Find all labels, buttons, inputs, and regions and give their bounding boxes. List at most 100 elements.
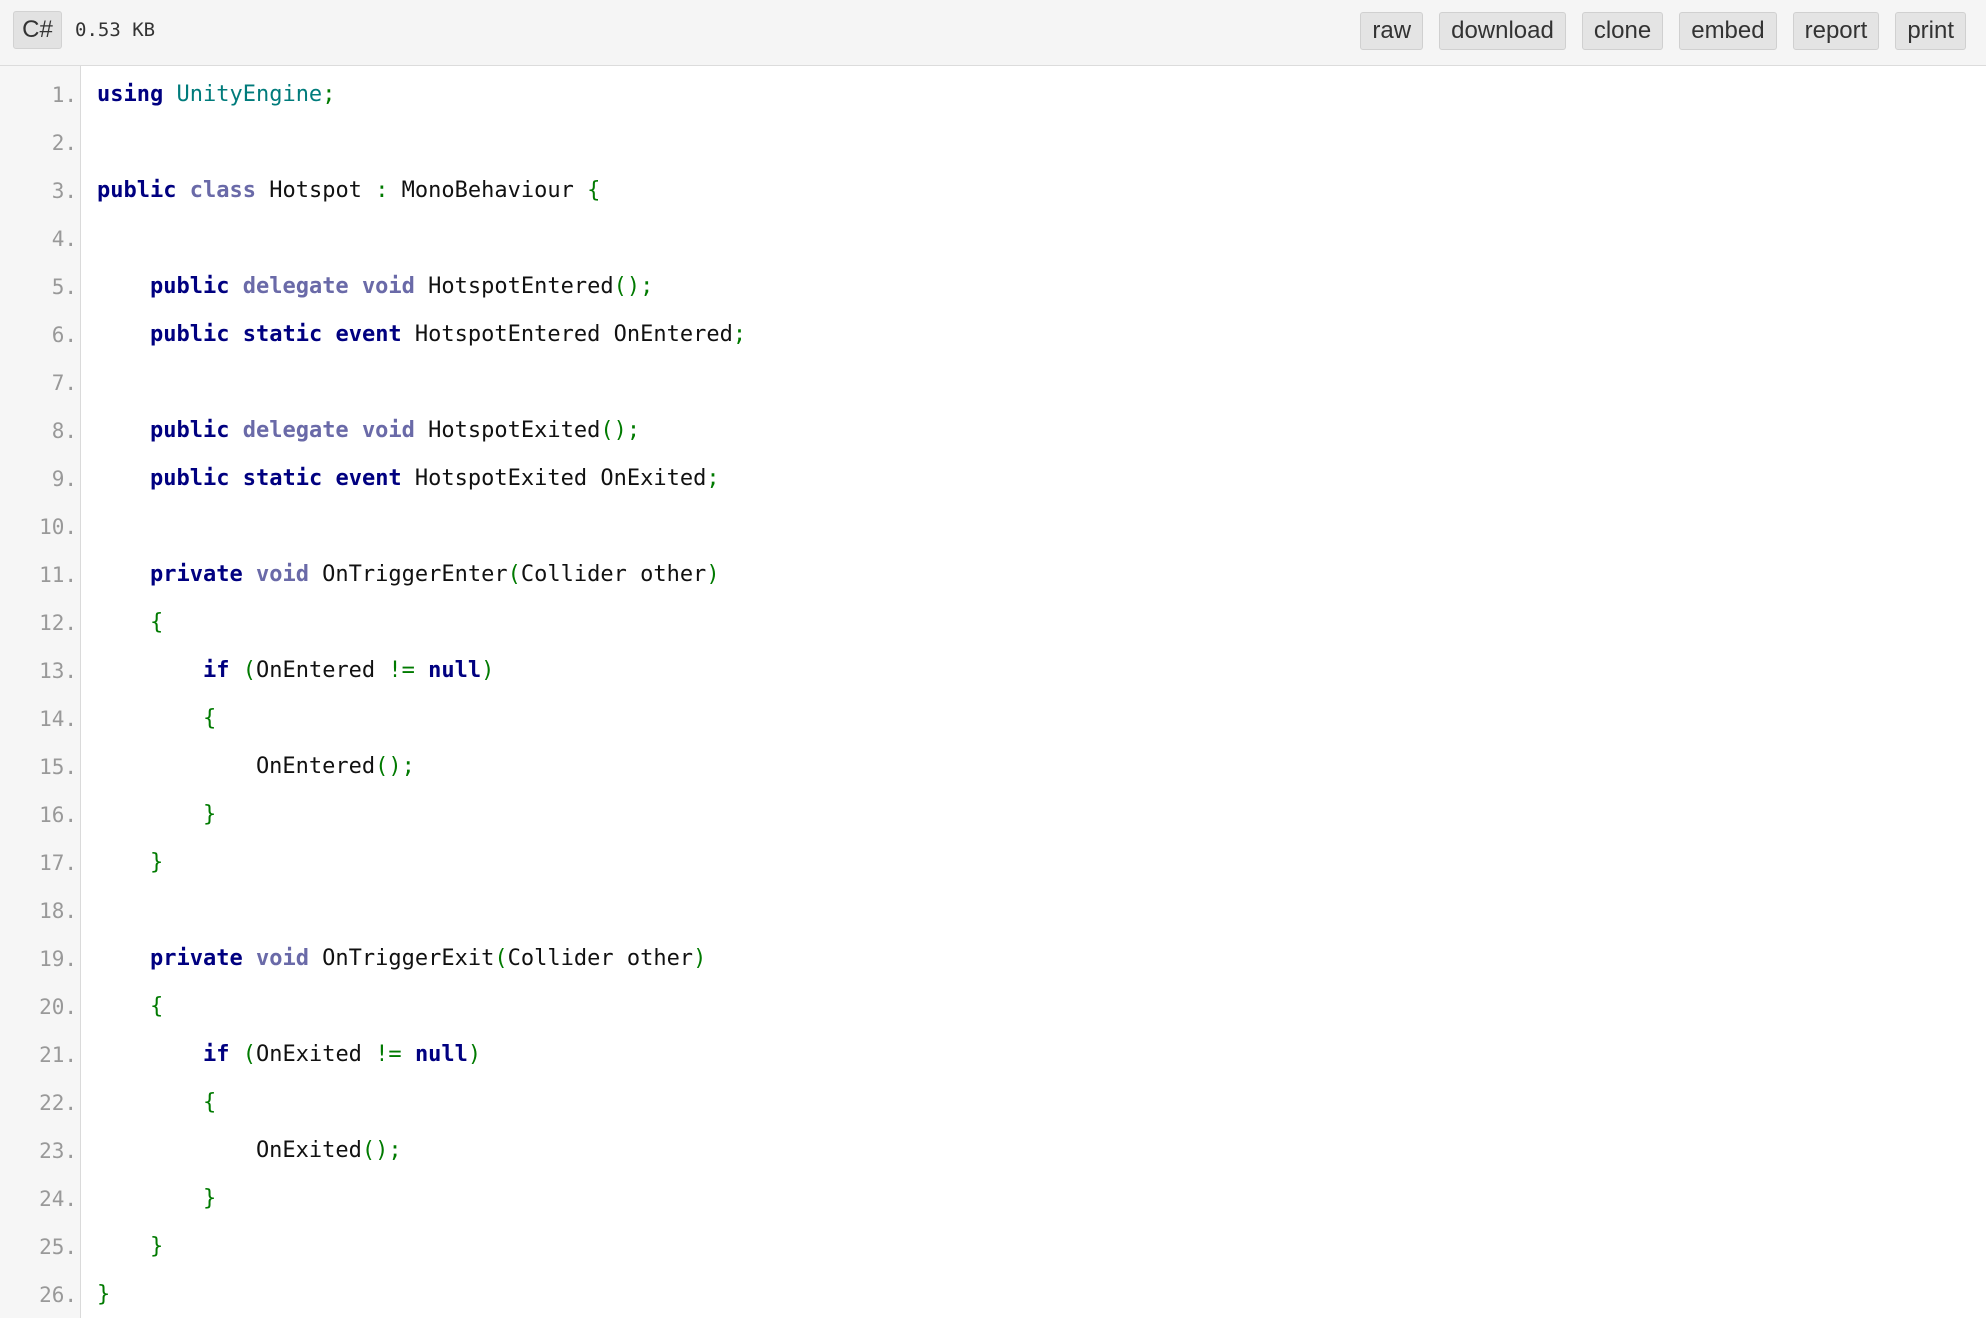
code-token: ;: [732, 322, 747, 347]
code-token: ;: [322, 82, 336, 107]
code-token: null: [414, 1042, 468, 1067]
line-number: 19.: [39, 947, 77, 971]
code-token: public: [149, 418, 230, 443]
code-token: }: [97, 1282, 111, 1307]
code-token: :: [375, 178, 389, 203]
code-token: delegate: [242, 418, 349, 443]
code-viewer: 1. using UnityEngine; 2. 3. public class Hot…: [0, 66, 1986, 1318]
line-number: 15.: [39, 755, 77, 779]
code-token: }: [149, 850, 164, 875]
language-badge[interactable]: C#: [13, 11, 62, 49]
code-token: ;: [706, 466, 720, 491]
code-token: ();: [375, 754, 415, 779]
code-line: 19. private void OnTriggerExit(Collider …: [0, 935, 1986, 983]
code-token: Collider other: [507, 946, 694, 971]
code-lines: 1. using UnityEngine; 2. 3. public class Hot…: [0, 71, 1986, 1319]
download-button[interactable]: download: [1439, 12, 1566, 50]
line-number: 26.: [39, 1283, 77, 1307]
code-text: }: [97, 1271, 110, 1319]
code-token: public: [97, 178, 177, 203]
line-number: 20.: [39, 995, 77, 1019]
line-number: 13.: [39, 659, 77, 683]
line-number: 23.: [39, 1139, 77, 1163]
clone-button[interactable]: clone: [1581, 12, 1664, 50]
code-token: (: [507, 562, 521, 587]
code-token: private: [149, 562, 243, 587]
line-number: 22.: [39, 1091, 77, 1115]
code-text: }: [97, 791, 216, 839]
code-line: 23. OnExited();: [0, 1127, 1986, 1175]
code-line: 21. if (OnExited != null): [0, 1031, 1986, 1079]
code-token: OnEntered: [255, 658, 389, 683]
code-token: using: [97, 82, 164, 107]
report-button[interactable]: report: [1792, 12, 1880, 50]
embed-button[interactable]: embed: [1679, 12, 1777, 50]
code-text: if (OnExited != null): [97, 1031, 481, 1079]
code-token: delegate: [242, 274, 349, 299]
code-line: 22. {: [0, 1079, 1986, 1127]
action-buttons: raw download clone embed report print: [1360, 12, 1966, 50]
raw-button[interactable]: raw: [1360, 12, 1424, 50]
line-number: 24.: [39, 1187, 77, 1211]
code-token: null: [428, 658, 482, 683]
code-line: 17. }: [0, 839, 1986, 887]
code-line: 3. public class Hotspot : MonoBehaviour {: [0, 167, 1986, 215]
code-text: if (OnEntered != null): [97, 647, 494, 695]
code-line: 5. public delegate void HotspotEntered()…: [0, 263, 1986, 311]
code-line: 14. {: [0, 695, 1986, 743]
code-token: OnTriggerEnter: [308, 562, 508, 587]
line-number: 4.: [51, 227, 77, 251]
code-token: }: [149, 1234, 164, 1259]
code-text: OnExited();: [97, 1127, 402, 1175]
paste-toolbar: C# 0.53 KB raw download clone embed repo…: [0, 0, 1986, 66]
code-text: public delegate void HotspotEntered();: [97, 263, 653, 311]
line-number: 11.: [39, 563, 77, 587]
code-token: ): [706, 562, 720, 587]
line-number: 5.: [51, 275, 77, 299]
code-token: ): [481, 658, 495, 683]
code-line: 18.: [0, 887, 1986, 935]
code-token: Collider other: [520, 562, 707, 587]
line-number: 1.: [51, 83, 77, 107]
print-button[interactable]: print: [1895, 12, 1966, 50]
code-line: 12. {: [0, 599, 1986, 647]
code-token: {: [149, 610, 164, 635]
code-text: }: [97, 839, 163, 887]
code-token: private: [149, 946, 243, 971]
code-token: public: [149, 466, 230, 491]
code-text: public static event HotspotExited OnExit…: [97, 455, 720, 503]
code-line: 8. public delegate void HotspotExited();: [0, 407, 1986, 455]
code-token: void: [255, 562, 309, 587]
line-number: 7.: [51, 371, 77, 395]
code-token: {: [202, 1090, 217, 1115]
code-token: static: [242, 322, 323, 347]
code-token: !=: [375, 1042, 402, 1067]
code-text: public static event HotspotEntered OnEnt…: [97, 311, 746, 359]
code-token: OnTriggerExit: [308, 946, 495, 971]
code-token: (: [242, 1042, 256, 1067]
line-number: 17.: [39, 851, 77, 875]
code-token: void: [255, 946, 309, 971]
code-line: 2.: [0, 119, 1986, 167]
code-token: ();: [600, 418, 641, 443]
